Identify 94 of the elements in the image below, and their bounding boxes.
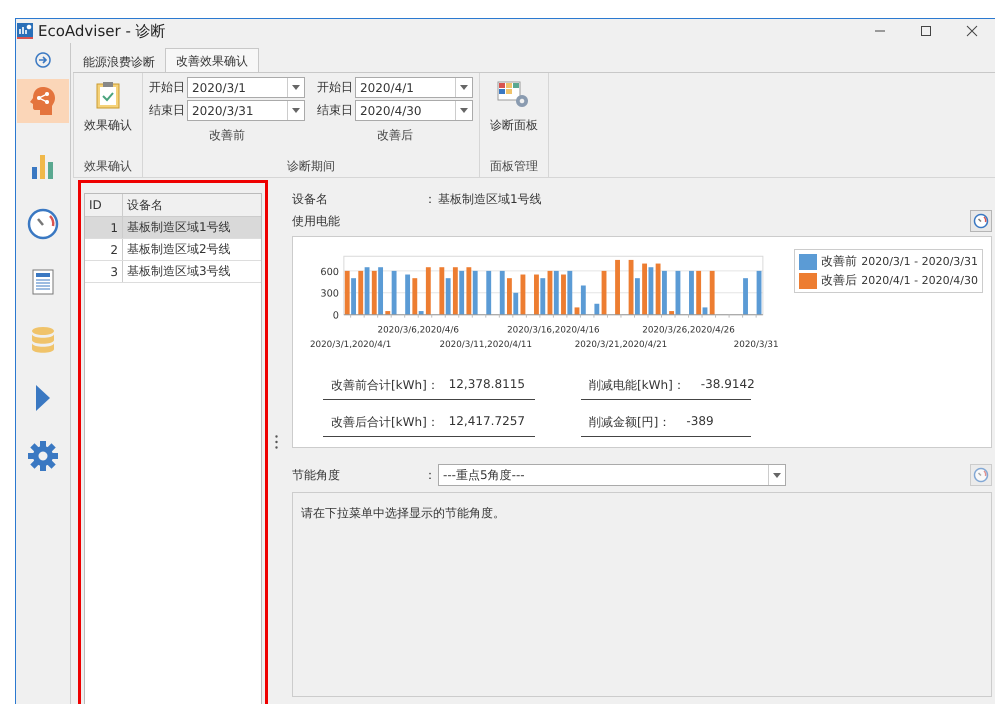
period-caption: 改善后 [377, 127, 413, 144]
group-label: 面板管理 [490, 158, 538, 175]
gauge-button[interactable] [970, 210, 992, 232]
date-field[interactable]: 2020/4/30 [355, 100, 473, 121]
caret-icon [460, 108, 468, 113]
x-tick-label: 2020/3/6,2020/4/6 [378, 325, 459, 336]
date-field[interactable]: 2020/4/1 [355, 77, 473, 98]
table-cell: 3 [85, 261, 123, 282]
colon: ： [424, 466, 437, 484]
table-cell-text: 基板制造区域1号线 [126, 219, 232, 236]
legend-period: 2020/3/1 - 2020/3/31 [861, 255, 978, 268]
column-header: ID [85, 194, 123, 216]
bar [615, 260, 620, 315]
maximize-icon [920, 25, 932, 37]
stat-value: 12,378.8115 [448, 377, 526, 393]
bar [405, 274, 410, 315]
bar [602, 270, 606, 315]
stat-label: 削减金额[円]： [589, 414, 670, 431]
gauge-icon [27, 208, 59, 240]
period-caption: 改善前 [209, 127, 245, 144]
group-label: 诊断期间 [287, 158, 335, 175]
tab[interactable]: 能源浪费诊断 [73, 50, 165, 72]
tab[interactable]: 改善效果确认 [165, 48, 259, 72]
head-share-icon [28, 85, 58, 117]
caret-icon [292, 108, 300, 113]
table-row[interactable]: 2 基板制造区域2号线 [85, 239, 261, 261]
legend-label: 改善后 [821, 272, 858, 289]
field-label: 结束日 [317, 102, 353, 119]
stat-label: 改善前合计[kWh]： [331, 377, 439, 394]
x-tick-label: 2020/3/16,2020/4/16 [507, 325, 600, 336]
date-field[interactable]: 2020/3/31 [187, 100, 305, 121]
bar [426, 267, 431, 315]
legend-label: 改善前 [821, 253, 858, 270]
table-cell: 1 [85, 217, 123, 238]
x-tick-label: 2020/3/26,2020/4/26 [642, 325, 735, 336]
field-label: 设备名 [292, 190, 329, 208]
splitter-handle[interactable] [274, 434, 278, 448]
ribbon-button[interactable]: 诊断面板 [486, 77, 542, 138]
x-tick-label: 2020/3/21,2020/4/21 [574, 340, 668, 350]
section-label: 使用电能 [292, 212, 340, 230]
stat-value: 12,417.7257 [448, 414, 526, 430]
angle-dropdown[interactable]: ---重点5角度--- [438, 464, 786, 486]
caret-icon [773, 472, 781, 478]
bar [756, 270, 762, 315]
bar [500, 270, 505, 315]
stat-value: -38.9142 [700, 377, 756, 393]
ribbon-button[interactable]: 效果确认 [80, 77, 136, 138]
caret-icon [292, 85, 300, 90]
column-header: 设备名 [126, 196, 164, 214]
field-label: 结束日 [149, 102, 185, 119]
app-logo-icon [17, 23, 33, 39]
caret-icon [460, 85, 468, 90]
play-icon [35, 384, 51, 412]
settings-icon [28, 441, 58, 471]
date-field[interactable]: 2020/3/1 [187, 77, 305, 98]
hint-text: 请在下拉菜单中选择显示的节能角度。 [301, 506, 505, 520]
minimize-icon [875, 30, 885, 32]
document-icon [32, 269, 54, 295]
device-name: 基板制造区域1号线 [438, 190, 542, 208]
gauge-button[interactable] [970, 464, 992, 486]
clipboard-check-icon [96, 81, 120, 109]
close-icon [966, 25, 978, 37]
bar [743, 278, 748, 315]
y-tick-label: 300 [320, 288, 339, 300]
nav-rail-item[interactable] [17, 79, 69, 123]
bar [689, 270, 694, 315]
bar [710, 270, 715, 315]
stat-label: 削减电能[kWh]： [589, 377, 685, 394]
stat-value: -389 [686, 414, 715, 430]
bar [486, 270, 492, 315]
stat-label: 改善后合计[kWh]： [331, 414, 439, 431]
x-tick-label: 2020/3/11,2020/4/11 [440, 340, 532, 350]
bar [520, 274, 526, 315]
x-tick-label: 2020/3/1,2020/4/1 [310, 340, 392, 350]
legend-period: 2020/4/1 - 2020/4/30 [861, 274, 978, 287]
colon: ： [424, 190, 437, 208]
y-tick-label: 600 [320, 266, 339, 278]
field-label: 开始日 [317, 79, 353, 96]
bar [594, 304, 600, 315]
table-cell-text: 基板制造区域3号线 [126, 263, 232, 280]
arrow-circle-icon [35, 52, 51, 68]
grid-gear-icon [497, 81, 531, 109]
x-tick-label: 2020/3/31 [734, 340, 779, 350]
window-title: EcoAdviser - 诊断 [38, 22, 166, 40]
database-icon [31, 326, 55, 354]
table-row[interactable]: 3 基板制造区域3号线 [85, 261, 261, 283]
table-cell-text: 基板制造区域2号线 [126, 241, 232, 258]
table-row[interactable]: 1 基板制造区域1号线 [85, 217, 261, 239]
field-label: 开始日 [149, 79, 185, 96]
group-label: 效果确认 [84, 158, 132, 175]
table-cell: 2 [85, 239, 123, 260]
bar-chart-icon [31, 153, 55, 179]
field-label: 节能角度 [292, 466, 341, 484]
y-tick-label: 0 [332, 310, 339, 322]
